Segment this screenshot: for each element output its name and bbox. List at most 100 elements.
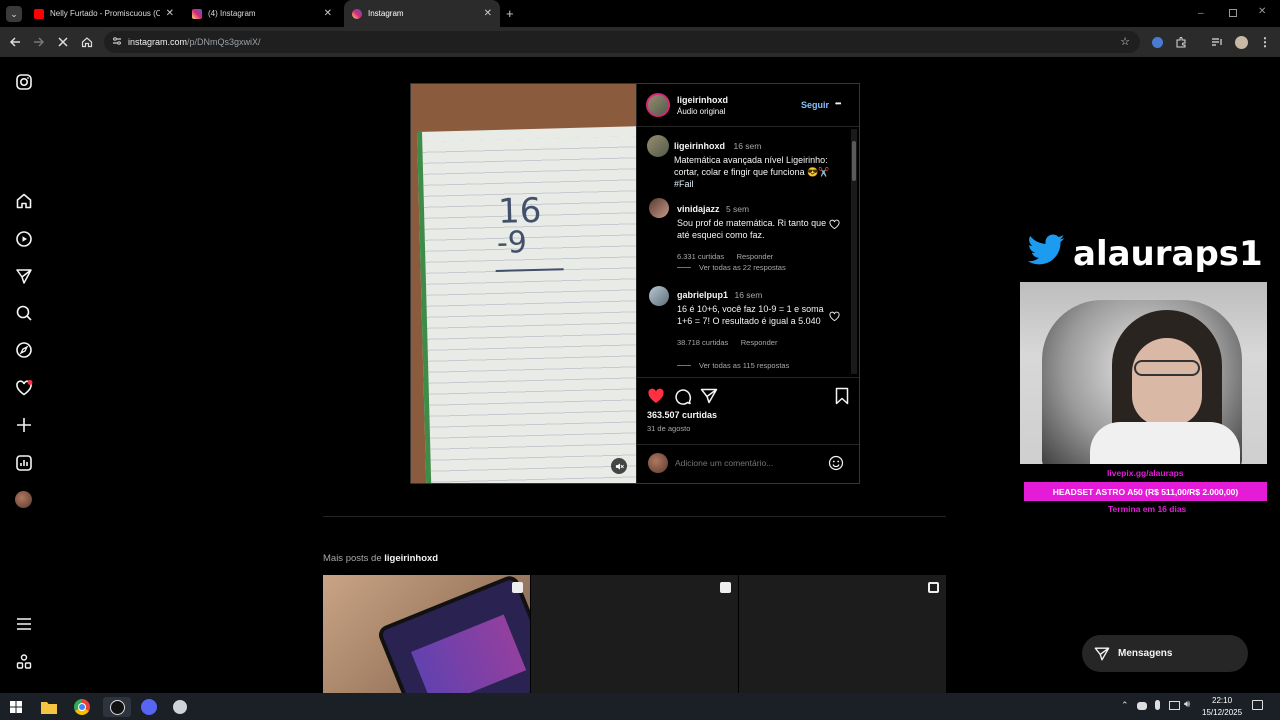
post-thumbnail-1[interactable] — [323, 575, 530, 693]
view-replies-button[interactable]: Ver todas as 115 respostas — [699, 361, 789, 370]
also-from-meta-icon[interactable] — [15, 653, 33, 671]
direct-send-nav-icon[interactable] — [15, 267, 33, 285]
extension-icon[interactable] — [1148, 33, 1166, 51]
forward-icon[interactable] — [30, 33, 48, 51]
reels-nav-icon[interactable] — [15, 230, 33, 248]
audio-label[interactable]: Áudio original — [677, 107, 725, 116]
comment-like-heart-icon[interactable] — [829, 309, 840, 322]
obs-icon[interactable] — [103, 697, 131, 717]
speaker-muted-icon — [615, 462, 624, 470]
new-tab-button[interactable]: + — [506, 6, 514, 21]
notifications-heart-icon[interactable] — [15, 379, 33, 397]
tab-youtube[interactable]: Nelly Furtado - Promiscuous (O ✕ — [26, 0, 182, 27]
tab-instagram-active[interactable]: Instagram ✕ — [344, 0, 500, 27]
comment-like-heart-icon[interactable] — [829, 217, 840, 230]
instagram-icon — [192, 8, 202, 19]
profile-avatar-icon[interactable] — [1232, 33, 1250, 51]
notebook-lines — [422, 136, 636, 483]
emoji-picker-icon[interactable] — [828, 455, 844, 471]
comment-reply-button[interactable]: Responder — [737, 252, 774, 261]
post-thumbnail-3[interactable] — [739, 575, 946, 693]
chrome-icon[interactable] — [72, 697, 92, 717]
view-replies-button[interactable]: Ver todas as 22 respostas — [699, 263, 786, 272]
like-heart-icon[interactable] — [647, 387, 665, 405]
caption-username[interactable]: ligeirinhoxd — [674, 141, 725, 151]
instagram-logo-icon[interactable] — [15, 73, 33, 91]
minimize-button[interactable]: – — [1198, 8, 1208, 19]
tab-title: Nelly Furtado - Promiscuous (O — [50, 9, 160, 18]
post-video[interactable]: 16 -9 — [411, 84, 636, 483]
post-date[interactable]: 31 de agosto — [647, 424, 690, 433]
tray-chevron-icon[interactable]: ⌃ — [1121, 700, 1129, 711]
address-bar[interactable]: instagram.com/p/DNmQs3gxwiX/ ☆ — [104, 31, 1140, 53]
comment-likes[interactable]: 38.718 curtidas — [677, 338, 728, 347]
comment-username[interactable]: vinidajazz — [677, 204, 720, 214]
site-info-icon[interactable] — [112, 36, 122, 46]
likes-count[interactable]: 363.507 curtidas — [647, 410, 717, 420]
post-thumbnail-2[interactable] — [531, 575, 738, 693]
youtube-icon — [34, 8, 44, 19]
browser-menu-icon[interactable]: ⋮ — [1256, 33, 1274, 51]
tab-list-button[interactable]: ⌄ — [6, 6, 22, 22]
share-send-icon[interactable] — [700, 387, 718, 405]
caption-hashtag[interactable]: #Fail — [674, 178, 844, 190]
notification-center-icon[interactable] — [1252, 700, 1263, 710]
close-tab-icon[interactable]: ✕ — [166, 8, 174, 19]
comment-bubble-icon[interactable] — [674, 387, 692, 405]
notebook-page: 16 -9 — [417, 126, 636, 483]
tab-instagram-1[interactable]: (4) Instagram ✕ — [184, 0, 340, 27]
home-icon[interactable] — [78, 33, 96, 51]
comment-avatar[interactable] — [649, 198, 669, 218]
extensions-puzzle-icon[interactable] — [1172, 33, 1190, 51]
tray-volume-icon[interactable]: 🔊︎ — [1184, 699, 1190, 710]
mute-button[interactable] — [611, 458, 627, 474]
comment-avatar[interactable] — [649, 286, 669, 306]
stop-loading-icon[interactable] — [54, 33, 72, 51]
section-divider — [323, 516, 946, 517]
restore-button[interactable] — [1229, 9, 1237, 17]
tray-discord-icon[interactable] — [1137, 702, 1147, 710]
file-explorer-icon[interactable] — [39, 697, 59, 717]
glasses — [1134, 360, 1200, 376]
actions-divider — [637, 377, 859, 378]
reel-icon — [720, 582, 731, 593]
app-icon[interactable] — [170, 697, 190, 717]
media-controls-icon[interactable] — [1208, 33, 1226, 51]
discord-icon[interactable] — [139, 697, 159, 717]
more-options-icon[interactable]: ••• — [835, 99, 841, 108]
close-tab-icon[interactable]: ✕ — [484, 8, 492, 19]
comment-likes[interactable]: 6.331 curtidas — [677, 252, 724, 261]
tray-mic-icon[interactable] — [1155, 700, 1160, 710]
comments-scrollbar[interactable] — [851, 129, 857, 374]
scrollbar-thumb[interactable] — [852, 141, 856, 181]
post-author-avatar[interactable] — [646, 93, 670, 117]
more-menu-icon[interactable] — [15, 615, 33, 633]
close-tab-icon[interactable]: ✕ — [324, 8, 332, 19]
create-plus-icon[interactable] — [15, 416, 33, 434]
caption-avatar[interactable] — [647, 135, 669, 157]
tray-network-icon[interactable] — [1169, 701, 1180, 710]
profile-avatar[interactable] — [15, 491, 33, 509]
more-posts-username[interactable]: ligeirinhoxd — [384, 553, 438, 564]
bookmark-star-icon[interactable]: ☆ — [1120, 35, 1130, 48]
close-window-button[interactable]: ✕ — [1258, 6, 1266, 17]
reel-icon — [512, 582, 523, 593]
comment-reply-button[interactable]: Responder — [741, 338, 778, 347]
taskbar-date[interactable]: 15/12/2025 — [1202, 708, 1242, 717]
post-author-username[interactable]: ligeirinhoxd — [677, 95, 728, 105]
phone-screen — [375, 575, 530, 693]
search-nav-icon[interactable] — [15, 304, 33, 322]
messages-button[interactable]: Mensagens — [1082, 635, 1248, 672]
home-nav-icon[interactable] — [15, 192, 33, 210]
windows-start-icon[interactable] — [6, 697, 26, 717]
add-comment-input[interactable] — [675, 456, 815, 470]
explore-compass-icon[interactable] — [15, 341, 33, 359]
back-icon[interactable] — [6, 33, 24, 51]
comment-username[interactable]: gabrielpup1 — [677, 290, 728, 300]
header-divider — [637, 126, 859, 127]
dashboard-icon[interactable] — [15, 454, 33, 472]
taskbar-time[interactable]: 22:10 — [1212, 696, 1232, 705]
save-bookmark-icon[interactable] — [834, 387, 850, 405]
url-host: instagram.com — [128, 37, 188, 47]
follow-button[interactable]: Seguir — [801, 100, 829, 110]
